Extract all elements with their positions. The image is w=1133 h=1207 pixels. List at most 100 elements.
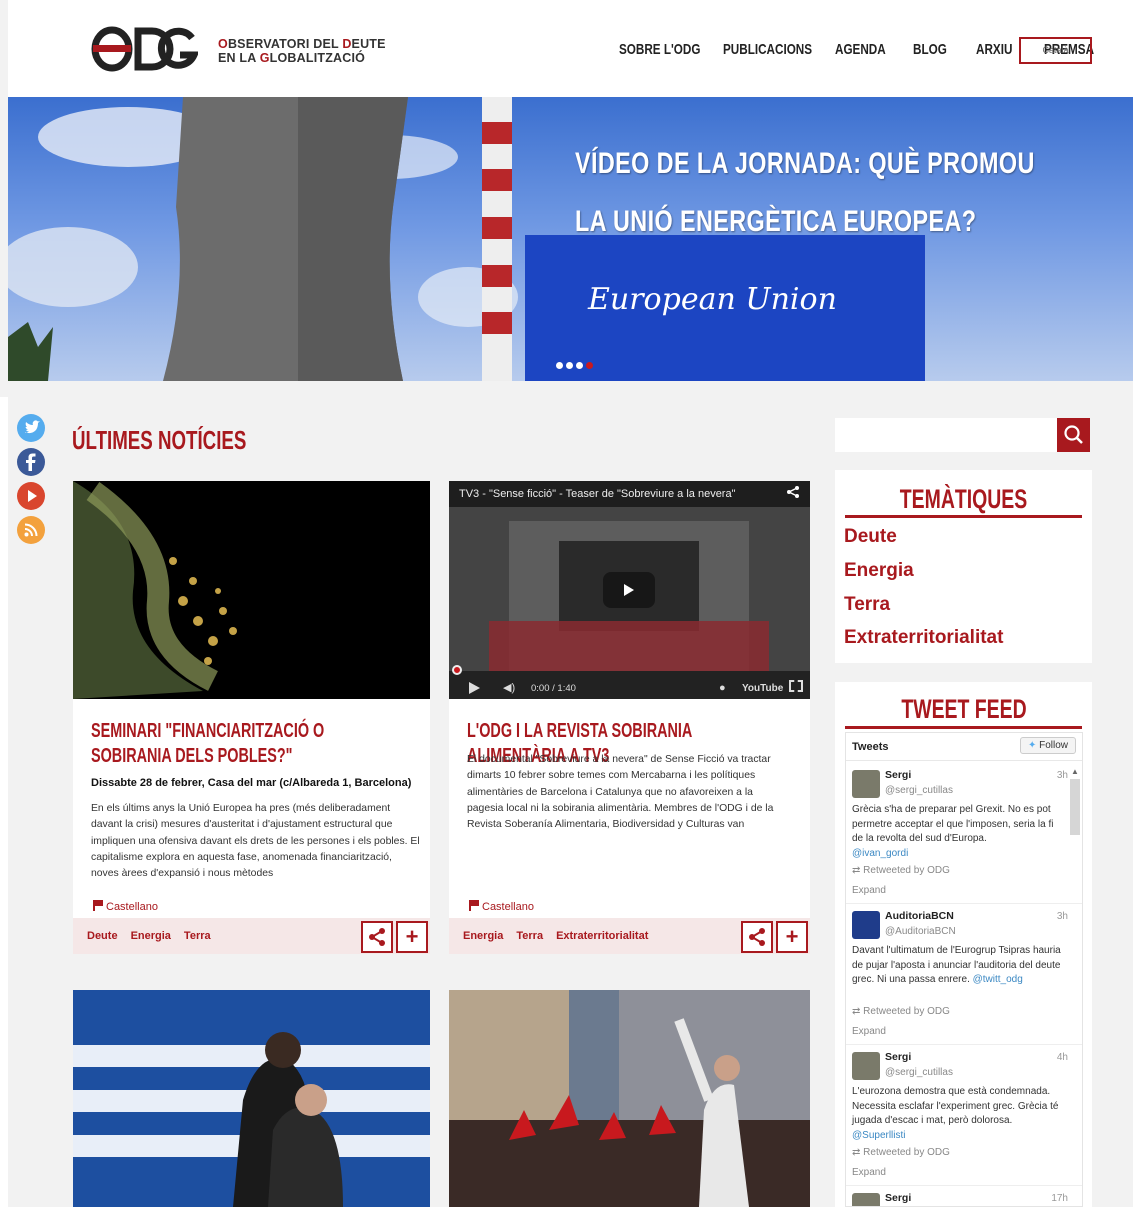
tag-link[interactable]: Terra (184, 930, 211, 942)
plus-icon: + (785, 924, 799, 949)
slide-dot[interactable] (556, 362, 563, 369)
tweet-time[interactable]: 4h (1057, 1052, 1068, 1063)
expand-link[interactable]: Expand (852, 885, 886, 896)
tweet-time[interactable]: 3h (1057, 911, 1068, 922)
timeline-label: Tweets (852, 741, 889, 753)
news-card-image[interactable] (73, 990, 430, 1207)
retweet-note: ⇄ Retweeted by ODG (852, 865, 950, 876)
divider (845, 515, 1082, 518)
share-button[interactable] (741, 921, 773, 953)
news-card-footer: Energia Terra Extraterritorialitat + (449, 918, 810, 954)
timeline-header: Tweets ✦ Follow (846, 733, 1082, 761)
tweet-time[interactable]: 17h (1051, 1193, 1068, 1204)
expand-link[interactable]: Expand (852, 1026, 886, 1037)
slide-dot[interactable] (566, 362, 573, 369)
rss-icon[interactable] (17, 516, 45, 544)
share-icon (369, 928, 385, 946)
odg-logo[interactable] (88, 24, 198, 74)
tweet-handle[interactable]: @sergi_cutillas (885, 785, 953, 796)
tweet-text: Davant l'ultimatum de l'Eurogrup Tsipras… (852, 945, 1061, 985)
nav-blog[interactable]: BLOG (913, 41, 948, 58)
video-title[interactable]: TV3 - "Sense ficció" - Teaser de "Sobrev… (459, 488, 736, 500)
news-card (73, 990, 430, 1207)
social-links (17, 414, 46, 550)
video-player[interactable]: TV3 - "Sense ficció" - Teaser de "Sobrev… (449, 481, 810, 699)
org-name: OBSERVATORI DEL DEUTE EN LA GLOBALITZACI… (218, 37, 386, 65)
youtube-logo[interactable]: YouTube (742, 683, 783, 694)
tweet-author[interactable]: Sergi (885, 769, 911, 781)
clock-icon[interactable]: ● (719, 682, 726, 694)
slide-dot[interactable] (576, 362, 583, 369)
flag-icon (469, 900, 479, 911)
volume-icon[interactable]: ◀) (503, 681, 515, 694)
tweet-time[interactable]: 3h (1057, 770, 1068, 781)
hero-title[interactable]: VÍDEO DE LA JORNADA: QUÈ PROMOU LA UNIÓ … (575, 135, 1035, 251)
mention-link[interactable]: @Superllisti (852, 1130, 906, 1141)
tweet-handle[interactable]: @sergi_cutillas (885, 1067, 953, 1078)
theme-link[interactable]: Deute (844, 526, 897, 548)
theme-link[interactable]: Energia (844, 560, 914, 582)
expand-link[interactable]: Expand (852, 1167, 886, 1178)
tweet-author[interactable]: Sergi (885, 1051, 911, 1063)
tag-link[interactable]: Extraterritorialitat (556, 930, 648, 942)
progress-handle[interactable] (452, 665, 462, 675)
youtube-icon[interactable] (17, 482, 45, 510)
retweet-note: ⇄ Retweeted by ODG (852, 1006, 950, 1017)
news-card-image[interactable] (73, 481, 430, 699)
news-card-title[interactable]: SEMINARI "FINANCIARITZACIÓ O SOBIRANIA D… (91, 719, 393, 769)
mention-link[interactable]: @ivan_gordi (852, 848, 908, 859)
more-button[interactable]: + (776, 921, 808, 953)
hero-slider[interactable]: European Union VÍDEO DE LA JORNADA: QUÈ … (8, 97, 1133, 381)
play-button[interactable] (603, 572, 655, 608)
tweet-author[interactable]: Sergi (885, 1192, 911, 1204)
theme-link[interactable]: Terra (844, 594, 890, 616)
retweet-note: ⇄ Retweeted by ODG (852, 1147, 950, 1158)
tag-link[interactable]: Energia (131, 930, 171, 942)
tweet-timeline[interactable]: Tweets ✦ Follow Sergi @sergi_cutillas 3h… (845, 732, 1083, 1207)
search-button[interactable] (1057, 418, 1090, 452)
scroll-up-icon[interactable]: ▲ (1071, 767, 1079, 776)
play-icon[interactable] (469, 682, 480, 694)
section-title: ÚLTIMES NOTÍCIES (72, 425, 247, 455)
share-button[interactable] (361, 921, 393, 953)
avatar[interactable] (852, 911, 880, 939)
avatar[interactable] (852, 1193, 880, 1206)
tag-link[interactable]: Deute (87, 930, 118, 942)
theme-link[interactable]: Extraterritorialitat (844, 627, 1003, 649)
search-input[interactable] (835, 418, 1057, 452)
tweet-handle[interactable]: @AuditoriaBCN (885, 926, 956, 937)
twitter-icon[interactable] (17, 414, 45, 442)
more-button[interactable]: + (396, 921, 428, 953)
nav-sobre[interactable]: SOBRE L'ODG (619, 41, 700, 58)
slide-dot-active[interactable] (586, 362, 593, 369)
news-card: TV3 - "Sense ficció" - Teaser de "Sobrev… (449, 481, 810, 954)
tag-list: Energia Terra Extraterritorialitat (463, 930, 648, 942)
nav-publicacions[interactable]: PUBLICACIONS (723, 41, 812, 58)
tag-link[interactable]: Terra (516, 930, 543, 942)
avatar[interactable] (852, 770, 880, 798)
video-share-icon[interactable] (786, 485, 800, 502)
language-link[interactable]: Castellano (469, 900, 534, 913)
nav-agenda[interactable]: AGENDA (835, 41, 886, 58)
language-link[interactable]: Castellano (93, 900, 158, 913)
scrollbar-thumb[interactable] (1070, 779, 1080, 835)
news-card-image[interactable] (449, 990, 810, 1207)
timeline-scrollbar[interactable]: ▲ (1068, 765, 1082, 1206)
follow-button[interactable]: ✦ Follow (1020, 737, 1076, 754)
avatar[interactable] (852, 1052, 880, 1080)
tweet-author[interactable]: AuditoriaBCN (885, 910, 954, 922)
play-icon (624, 584, 634, 596)
retweet-icon: ⇄ (852, 865, 861, 876)
tweet-text: Grècia s'ha de preparar pel Grexit. No e… (852, 804, 1054, 859)
divider (845, 726, 1082, 729)
facebook-icon[interactable] (17, 448, 45, 476)
fullscreen-icon[interactable] (789, 680, 803, 692)
language-selector[interactable]: Català (1019, 37, 1092, 64)
themes-title: TEMÀTIQUES (899, 484, 1028, 514)
nav-arxiu[interactable]: ARXIU (976, 41, 1015, 58)
mention-link[interactable]: @twitt_odg (973, 974, 1023, 985)
twitter-bird-icon: ✦ (1027, 740, 1037, 751)
tag-link[interactable]: Energia (463, 930, 503, 942)
video-time: 0:00 / 1:40 (531, 683, 576, 694)
money-wave-image (73, 481, 237, 699)
